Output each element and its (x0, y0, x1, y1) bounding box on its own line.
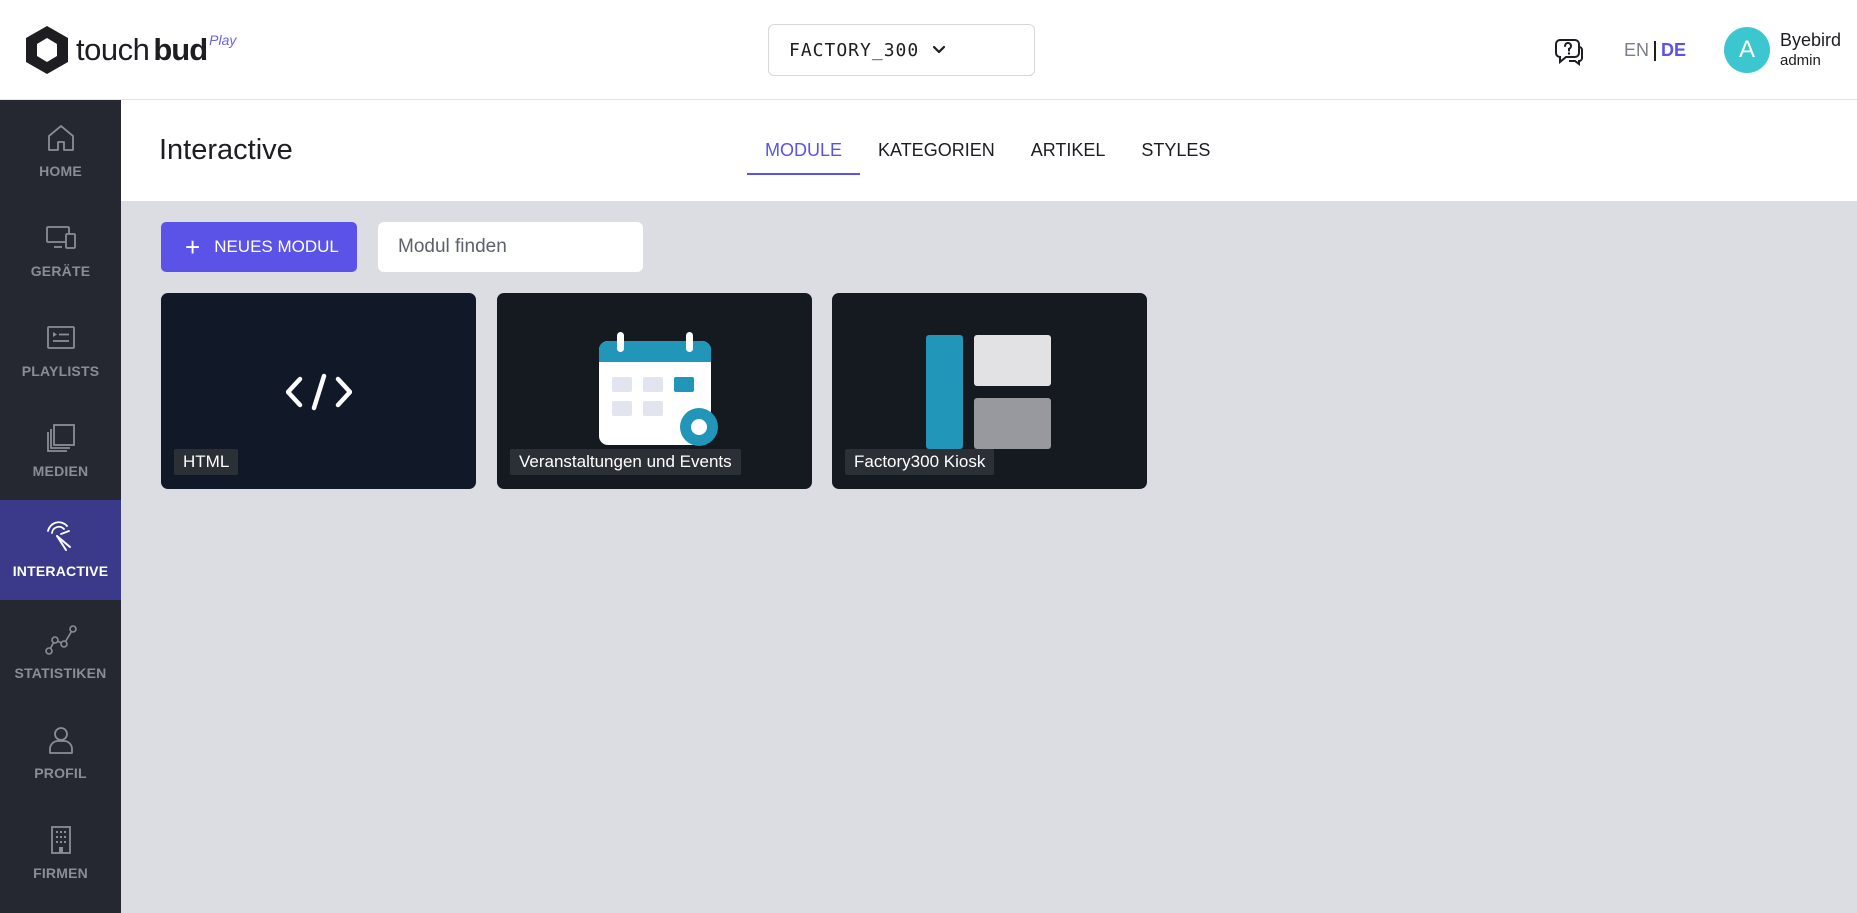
chevron-down-icon (933, 45, 946, 54)
sidebar-item-label: PLAYLISTS (21, 363, 100, 379)
sidebar-item-label: MEDIEN (32, 463, 89, 479)
tab-kategorien[interactable]: KATEGORIEN (860, 100, 1013, 201)
top-bar: touch bud Play FACTORY_300 EN DE A Byebi… (0, 0, 1857, 100)
user-role: admin (1780, 51, 1821, 69)
profile-icon (48, 727, 73, 754)
sidebar-item-statistiken[interactable]: STATISTIKEN (0, 602, 121, 702)
sidebar-item-label: FIRMEN (33, 865, 88, 881)
media-icon (46, 424, 75, 452)
sidebar-item-profil[interactable]: PROFIL (0, 702, 121, 802)
devices-icon (45, 226, 76, 249)
sidebar-item-label: STATISTIKEN (14, 665, 107, 681)
tab-module[interactable]: MODULE (747, 100, 861, 201)
building-icon (50, 826, 71, 854)
sidebar-item-interactive[interactable]: INTERACTIVE (0, 500, 121, 600)
language-en[interactable]: EN (1624, 40, 1649, 61)
sidebar-item-geraete[interactable]: GERÄTE (0, 200, 121, 300)
module-card-label: Veranstaltungen und Events (510, 449, 741, 475)
module-card-html[interactable]: HTML (161, 293, 476, 489)
page-header: Interactive MODULE KATEGORIEN ARTIKEL ST… (121, 100, 1857, 201)
sidebar-item-firmen[interactable]: FIRMEN (0, 802, 121, 902)
tab-styles[interactable]: STYLES (1123, 100, 1228, 201)
new-module-label: NEUES MODUL (214, 237, 339, 256)
module-card-kiosk[interactable]: Factory300 Kiosk (832, 293, 1147, 489)
sidebar-item-label: HOME (39, 163, 82, 179)
logo-play-text: Play (209, 32, 237, 48)
sidebar-item-label: GERÄTE (30, 263, 91, 279)
touch-icon (46, 521, 71, 551)
user-name: Byebird (1780, 30, 1842, 51)
plus-icon: + (185, 232, 201, 262)
touchbud-logo[interactable]: touch bud Play (24, 24, 236, 76)
hexagon-logo-icon (26, 26, 68, 74)
playlist-icon (46, 326, 75, 349)
language-de[interactable]: DE (1661, 40, 1686, 61)
code-icon (286, 373, 352, 411)
sidebar-item-label: PROFIL (34, 765, 87, 781)
module-search-input[interactable] (378, 222, 643, 272)
sidebar: HOME GERÄTE PLAYLISTS MEDIEN INTERACTIVE… (0, 100, 121, 913)
stats-icon (44, 625, 77, 655)
language-divider (1654, 40, 1657, 61)
tab-bar: MODULE KATEGORIEN ARTIKEL STYLES (747, 100, 1228, 201)
kiosk-layout-icon (926, 335, 1051, 449)
sidebar-item-playlists[interactable]: PLAYLISTS (0, 300, 121, 400)
module-card-events[interactable]: Veranstaltungen und Events (497, 293, 812, 489)
tab-artikel[interactable]: ARTIKEL (1013, 100, 1124, 201)
sidebar-item-label: INTERACTIVE (12, 563, 109, 579)
page-title: Interactive (159, 134, 293, 166)
language-switch: EN DE (1624, 40, 1686, 61)
module-card-label: HTML (174, 449, 239, 475)
avatar: A (1724, 27, 1770, 73)
user-menu[interactable]: A Byebird admin (1724, 27, 1841, 73)
logo-touch-text: touch (76, 32, 150, 67)
help-chat-icon[interactable] (1554, 36, 1584, 66)
factory-select[interactable]: FACTORY_300 (768, 24, 1035, 76)
new-module-button[interactable]: + NEUES MODUL (161, 222, 357, 272)
logo-bud-text: bud (153, 32, 208, 67)
sidebar-item-medien[interactable]: MEDIEN (0, 400, 121, 500)
factory-select-value: FACTORY_300 (789, 39, 920, 61)
home-icon (47, 125, 74, 151)
sidebar-item-home[interactable]: HOME (0, 100, 121, 200)
calendar-icon (599, 332, 718, 446)
module-card-label: Factory300 Kiosk (845, 449, 995, 475)
